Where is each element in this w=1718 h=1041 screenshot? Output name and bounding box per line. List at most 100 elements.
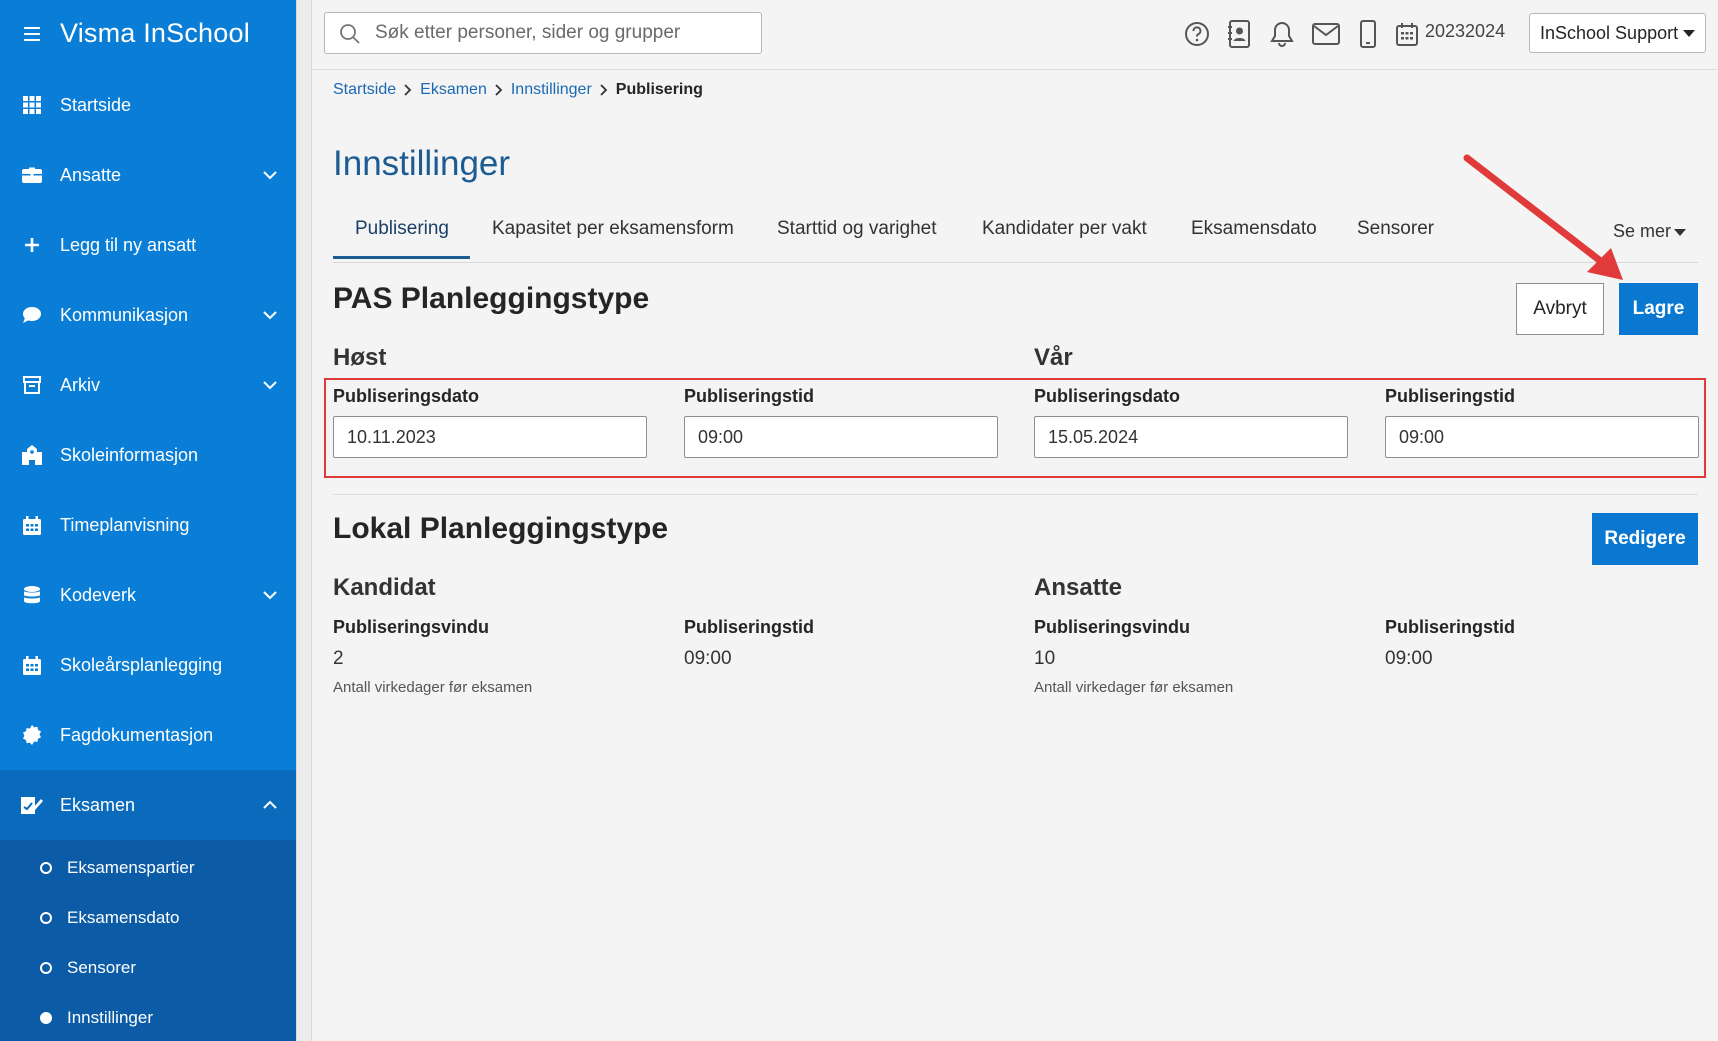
local-section-title: Lokal Planleggingstype (333, 512, 669, 545)
staff-window-value: 10 (1034, 648, 1056, 669)
sidebar-item-eksamen[interactable]: Eksamen (0, 770, 296, 840)
staff-time-label: Publiseringstid (1385, 617, 1516, 637)
brand-header: Visma InSchool (0, 0, 296, 70)
candidate-group-title: Kandidat (333, 574, 436, 601)
page-title: Innstillinger (333, 144, 511, 183)
help-circle-icon[interactable] (1183, 20, 1211, 48)
user-menu-label: InSchool Support (1540, 22, 1679, 43)
app-title[interactable]: Visma InSchool (60, 18, 250, 49)
autumn-publish-date-field[interactable] (333, 416, 647, 458)
sidebar-item-skoleinformasjon[interactable]: Skoleinformasjon (0, 420, 296, 490)
subnav-item-label: Eksamensdato (67, 908, 180, 927)
spring-publish-date-field[interactable] (1034, 416, 1348, 458)
sidebar-scrollbar[interactable] (296, 0, 312, 1041)
sidebar-item-label: Kommunikasjon (60, 304, 189, 325)
breadcrumb-link[interactable]: Innstillinger (511, 81, 592, 99)
tab-starttid-og-varighet[interactable]: Starttid og varighet (777, 218, 936, 262)
candidate-window-help: Antall virkedager før eksamen (333, 679, 533, 696)
chevron-down-icon (263, 171, 277, 180)
chat-bubble-icon (21, 304, 43, 326)
sidebar-item-label: Legg til ny ansatt (60, 234, 197, 255)
radio-dot-selected-icon (40, 1012, 52, 1024)
tab-kandidater-per-vakt[interactable]: Kandidater per vakt (982, 218, 1147, 262)
cancel-button[interactable]: Avbryt (1516, 283, 1604, 335)
subnav-item-label: Sensorer (67, 958, 136, 977)
subnav-item-eksamenspartier[interactable]: Eksamenspartier (0, 843, 296, 893)
database-icon (21, 584, 43, 606)
pas-section-title: PAS Planleggingstype (333, 282, 650, 315)
chevron-right-icon (404, 84, 412, 96)
sidebar-item-label: Fagdokumentasjon (60, 724, 214, 745)
search-icon (340, 24, 360, 44)
sidebar-item-kodeverk[interactable]: Kodeverk (0, 560, 296, 630)
calendar-icon[interactable] (1393, 20, 1421, 48)
subnav-item-label: Innstillinger (67, 1008, 153, 1027)
top-bar: 20232024 InSchool Support (312, 0, 1718, 70)
bell-icon[interactable] (1268, 20, 1296, 48)
hamburger-menu-icon[interactable] (24, 27, 40, 41)
mobile-phone-icon[interactable] (1354, 20, 1382, 48)
tab-eksamensdato[interactable]: Eksamensdato (1191, 218, 1317, 262)
eksamen-subnav: Eksamenspartier Eksamensdato Sensorer In… (0, 840, 296, 1041)
subnav-item-eksamensdato[interactable]: Eksamensdato (0, 893, 296, 943)
chevron-down-icon (263, 311, 277, 320)
autumn-group-title: Høst (333, 344, 387, 371)
breadcrumb-link[interactable]: Eksamen (420, 81, 487, 99)
tab-kapasitet-per-eksamensform[interactable]: Kapasitet per eksamensform (492, 218, 734, 262)
sidebar-item-kommunikasjon[interactable]: Kommunikasjon (0, 280, 296, 350)
sidebar-item-arkiv[interactable]: Arkiv (0, 350, 296, 420)
search-box[interactable] (324, 12, 762, 54)
spring-publish-time-field[interactable] (1385, 416, 1699, 458)
radio-dot-icon (40, 962, 52, 974)
radio-dot-icon (40, 912, 52, 924)
spring-time-label: Publiseringstid (1385, 386, 1516, 406)
sidebar-item-timeplanvisning[interactable]: Timeplanvisning (0, 490, 296, 560)
staff-time-value: 09:00 (1385, 648, 1433, 669)
search-input[interactable] (375, 19, 755, 47)
autumn-publish-time-field[interactable] (684, 416, 998, 458)
chevron-down-icon (263, 381, 277, 390)
user-menu-dropdown[interactable]: InSchool Support (1529, 13, 1706, 53)
staff-window-label: Publiseringsvindu (1034, 617, 1191, 637)
briefcase-icon (21, 164, 43, 186)
sidebar-item-label: Arkiv (60, 374, 100, 395)
edit-button[interactable]: Redigere (1592, 513, 1698, 565)
active-tab-indicator (333, 256, 470, 259)
autumn-time-label: Publiseringstid (684, 386, 815, 406)
sidebar-item-label: Timeplanvisning (60, 514, 190, 535)
tab-sensorer[interactable]: Sensorer (1357, 218, 1434, 262)
subnav-item-label: Eksamenspartier (67, 858, 195, 877)
contact-card-icon[interactable] (1226, 20, 1254, 48)
sidebar-item-label: Startside (60, 94, 132, 115)
mail-icon[interactable] (1312, 20, 1340, 48)
grid-icon (21, 94, 43, 116)
sidebar-item-ansatte[interactable]: Ansatte (0, 140, 296, 210)
candidate-time-value: 09:00 (684, 648, 732, 669)
sidebar-item-label: Kodeverk (60, 584, 137, 605)
badge-seal-icon (21, 724, 43, 746)
chevron-right-icon (495, 84, 503, 96)
subnav-item-sensorer[interactable]: Sensorer (0, 943, 296, 993)
exam-edit-icon (21, 794, 43, 816)
sidebar-item-label: Skoleårsplanlegging (60, 654, 223, 675)
spring-date-label: Publiseringsdato (1034, 386, 1181, 406)
chevron-up-icon (263, 800, 277, 809)
sidebar-item-skolearsplanlegging[interactable]: Skoleårsplanlegging (0, 630, 296, 700)
subnav-item-innstillinger[interactable]: Innstillinger (0, 993, 296, 1041)
sidebar-item-fagdokumentasjon[interactable]: Fagdokumentasjon (0, 700, 296, 770)
sidebar-item-label: Ansatte (60, 164, 122, 185)
plus-icon (21, 234, 43, 256)
breadcrumb-link[interactable]: Startside (333, 81, 396, 99)
section-divider (333, 494, 1698, 495)
sidebar-item-legg-til-ny-ansatt[interactable]: Legg til ny ansatt (0, 210, 296, 280)
staff-group-title: Ansatte (1034, 574, 1123, 601)
sidebar-item-startside[interactable]: Startside (0, 70, 296, 140)
chevron-down-icon (263, 591, 277, 600)
caret-down-icon (1683, 30, 1695, 37)
chevron-right-icon (600, 84, 608, 96)
school-year-selector[interactable]: 20232024 (1425, 21, 1505, 42)
sidebar-item-label: Eksamen (60, 794, 136, 815)
save-button[interactable]: Lagre (1619, 283, 1698, 335)
candidate-time-label: Publiseringstid (684, 617, 815, 637)
sidebar: Visma InSchool Startside Ansatte Legg ti… (0, 0, 296, 1041)
